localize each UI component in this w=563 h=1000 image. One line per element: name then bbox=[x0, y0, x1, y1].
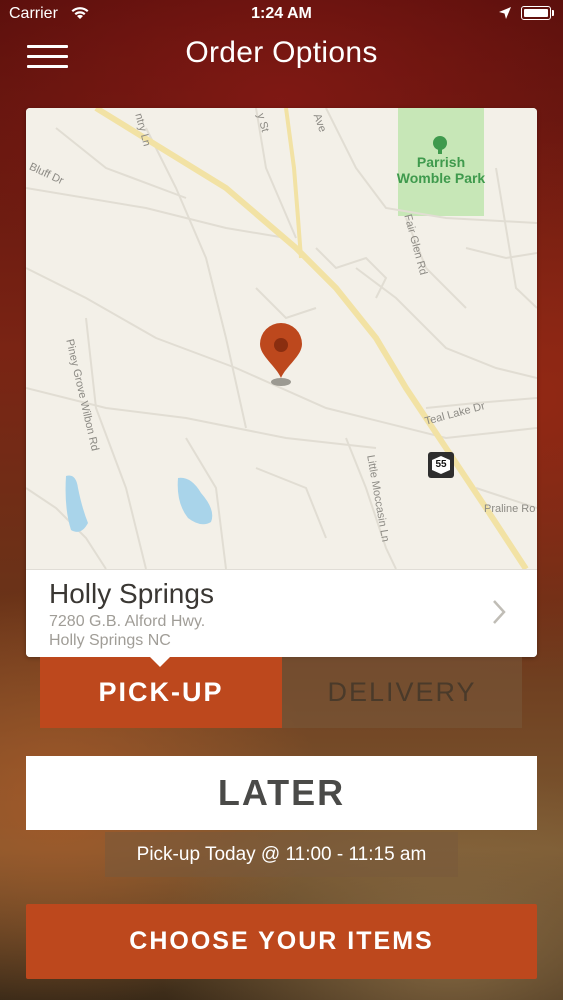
route-shield-label: 55 bbox=[435, 459, 447, 470]
pickup-tab[interactable]: PICK-UP bbox=[40, 657, 282, 728]
later-button[interactable]: LATER bbox=[26, 756, 537, 830]
store-location-row[interactable]: Holly Springs 7280 G.B. Alford Hwy. Holl… bbox=[26, 569, 537, 657]
clock: 1:24 AM bbox=[251, 5, 312, 22]
park-label: Parrish Womble Park bbox=[396, 154, 486, 186]
store-name: Holly Springs bbox=[49, 578, 214, 609]
nav-bar: Order Options bbox=[0, 30, 563, 80]
map-view[interactable]: Parrish Womble Park Piney Grove Wilbon R… bbox=[26, 108, 537, 569]
status-bar: Carrier 1:24 AM bbox=[0, 0, 563, 30]
chevron-right-icon bbox=[491, 598, 507, 631]
selection-caret bbox=[150, 657, 170, 667]
page-title: Order Options bbox=[185, 36, 378, 69]
choose-items-button[interactable]: CHOOSE YOUR ITEMS bbox=[26, 904, 537, 979]
map-label-praline: Praline Ro bbox=[484, 503, 536, 515]
store-address: 7280 G.B. Alford Hwy. Holly Springs NC bbox=[49, 612, 205, 650]
battery-tip bbox=[552, 10, 554, 16]
pickup-time-label: Pick-up Today @ 11:00 - 11:15 am bbox=[105, 832, 458, 877]
address-line-1: 7280 G.B. Alford Hwy. bbox=[49, 613, 206, 630]
address-line-2: Holly Springs NC bbox=[49, 632, 171, 649]
delivery-tab[interactable]: DELIVERY bbox=[282, 657, 522, 728]
location-card: Parrish Womble Park Piney Grove Wilbon R… bbox=[26, 108, 537, 657]
battery-icon bbox=[521, 6, 551, 20]
location-arrow-icon bbox=[498, 6, 512, 25]
